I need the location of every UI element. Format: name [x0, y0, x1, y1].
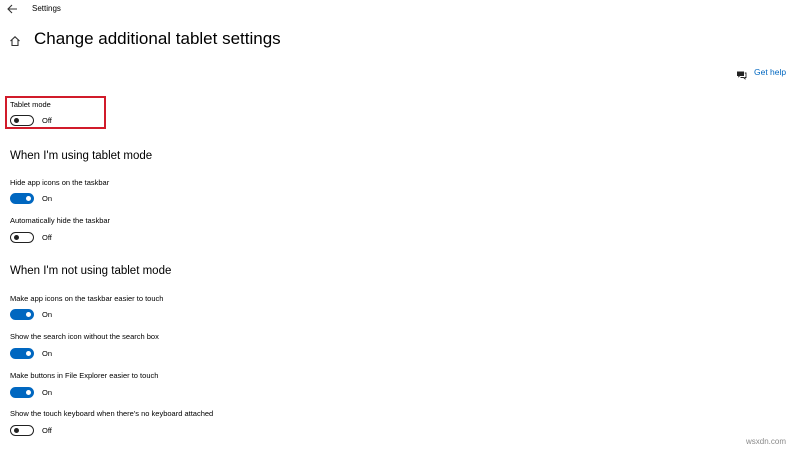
window-title: Settings — [32, 4, 61, 13]
toggle-knob — [13, 117, 19, 123]
tablet-mode-toggle[interactable] — [10, 115, 34, 126]
search-icon-setting-row: On — [10, 348, 52, 359]
section-using-tablet-mode: When I'm using tablet mode — [10, 150, 153, 162]
home-icon[interactable] — [9, 34, 21, 47]
hide-app-icons-label: Hide app icons on the taskbar — [10, 178, 110, 187]
toggle-knob — [25, 389, 31, 395]
get-help-label: Get help — [754, 67, 787, 77]
watermark: wsxdn.com — [745, 437, 786, 446]
app-icons-easier-touch-state: On — [42, 310, 53, 319]
page-title: Change additional tablet settings — [34, 29, 281, 48]
auto-hide-taskbar-toggle[interactable] — [10, 232, 34, 243]
chat-bubble-icon — [736, 67, 747, 80]
touch-keyboard-state: Off — [42, 426, 52, 435]
search-icon-setting-state: On — [42, 349, 53, 358]
auto-hide-taskbar-state: Off — [42, 233, 52, 242]
tablet-mode-label: Tablet mode — [10, 100, 51, 109]
touch-keyboard-row: Off — [10, 425, 52, 436]
search-icon-setting-label: Show the search icon without the search … — [10, 332, 159, 341]
hide-app-icons-state: On — [42, 194, 53, 203]
app-icons-easier-touch-toggle[interactable] — [10, 309, 34, 320]
hide-app-icons-row: On — [10, 193, 52, 204]
app-icons-easier-touch-row: On — [10, 309, 52, 320]
auto-hide-taskbar-row: Off — [10, 232, 52, 243]
touch-keyboard-toggle[interactable] — [10, 425, 34, 436]
file-explorer-touch-state: On — [42, 388, 53, 397]
tablet-mode-state: Off — [42, 116, 52, 125]
app-icons-easier-touch-label: Make app icons on the taskbar easier to … — [10, 294, 164, 303]
toggle-knob — [25, 195, 31, 201]
section-not-using-tablet-mode: When I'm not using tablet mode — [10, 265, 172, 277]
back-arrow-icon[interactable] — [5, 2, 19, 14]
file-explorer-touch-toggle[interactable] — [10, 387, 34, 398]
get-help-link[interactable]: Get help — [736, 67, 787, 80]
toggle-knob — [25, 350, 31, 356]
search-icon-setting-toggle[interactable] — [10, 348, 34, 359]
toggle-knob — [13, 427, 19, 433]
auto-hide-taskbar-label: Automatically hide the taskbar — [10, 216, 111, 225]
title-bar: Settings — [0, 0, 800, 18]
file-explorer-touch-label: Make buttons in File Explorer easier to … — [10, 371, 159, 380]
hide-app-icons-toggle[interactable] — [10, 193, 34, 204]
toggle-knob — [13, 234, 19, 240]
toggle-knob — [25, 311, 31, 317]
touch-keyboard-label: Show the touch keyboard when there's no … — [10, 409, 214, 418]
tablet-mode-row: Off — [10, 115, 52, 126]
file-explorer-touch-row: On — [10, 387, 52, 398]
